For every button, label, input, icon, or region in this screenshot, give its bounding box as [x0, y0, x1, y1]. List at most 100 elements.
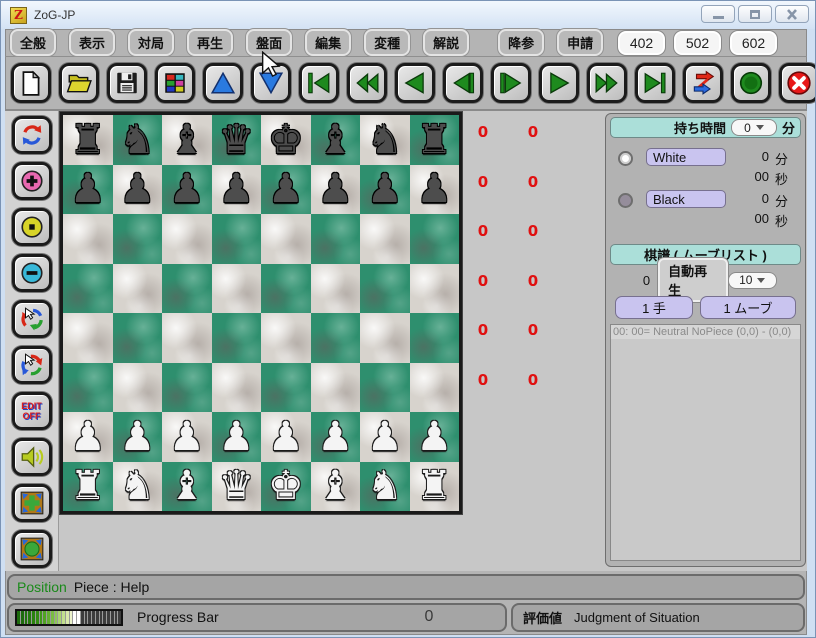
board-square[interactable]: [63, 214, 113, 264]
board-square[interactable]: [63, 362, 113, 412]
chess-piece[interactable]: ♟: [169, 414, 205, 460]
move-list-entry[interactable]: 00: 00= Neutral NoPiece (0,0) - (0,0): [611, 325, 800, 339]
chess-piece[interactable]: ♝: [317, 117, 353, 163]
one-te-button[interactable]: 1 手: [615, 296, 693, 319]
rotate-multicolor-1-button[interactable]: [11, 300, 52, 338]
chess-piece[interactable]: ♟: [70, 414, 106, 460]
board-square[interactable]: [211, 362, 261, 412]
chess-piece[interactable]: ♜: [70, 463, 106, 509]
board-square[interactable]: ♜: [63, 115, 113, 165]
chess-piece[interactable]: ♜: [416, 463, 452, 509]
menu-replay[interactable]: 再生: [187, 29, 234, 56]
board-square[interactable]: ♞: [360, 115, 410, 165]
board-square[interactable]: [211, 263, 261, 313]
black-player-name-field[interactable]: Black: [646, 190, 726, 208]
chess-piece[interactable]: ♜: [70, 117, 106, 163]
board-square[interactable]: [63, 313, 113, 363]
menu-general[interactable]: 全般: [10, 29, 57, 56]
menu-commentary[interactable]: 解説: [423, 29, 470, 56]
board-square[interactable]: ♝: [310, 461, 360, 511]
board-square[interactable]: [360, 313, 410, 363]
chess-piece[interactable]: ♟: [416, 166, 452, 212]
board-square[interactable]: ♞: [112, 115, 162, 165]
board-square[interactable]: [261, 313, 311, 363]
go-to-end-button[interactable]: [635, 63, 675, 103]
board-square[interactable]: ♟: [261, 164, 311, 214]
board-square[interactable]: ♚: [261, 461, 311, 511]
go-to-start-button[interactable]: [299, 63, 339, 103]
board-square[interactable]: [310, 263, 360, 313]
time-dropdown[interactable]: 0: [730, 119, 777, 136]
board-square[interactable]: ♟: [360, 412, 410, 462]
board-square[interactable]: ♟: [409, 412, 459, 462]
chess-piece[interactable]: ♚: [268, 117, 304, 163]
rotate-multicolor-2-button[interactable]: [11, 346, 52, 384]
board-square[interactable]: [409, 313, 459, 363]
menu-request[interactable]: 申請: [557, 29, 604, 56]
one-move-button[interactable]: 1 ムーブ: [700, 296, 796, 319]
board-square[interactable]: ♟: [63, 164, 113, 214]
board-square[interactable]: ♟: [162, 164, 212, 214]
dot-circle-button[interactable]: [11, 208, 52, 246]
menu-view[interactable]: 表示: [69, 29, 116, 56]
chess-piece[interactable]: ♞: [119, 117, 155, 163]
white-player-name-field[interactable]: White: [646, 148, 726, 166]
board-square[interactable]: ♝: [162, 115, 212, 165]
board-square[interactable]: [261, 362, 311, 412]
chess-piece[interactable]: ♟: [416, 414, 452, 460]
board-square[interactable]: ♞: [112, 461, 162, 511]
close-button[interactable]: [775, 5, 809, 23]
chess-piece[interactable]: ♞: [119, 463, 155, 509]
resize-cross-button[interactable]: [11, 484, 52, 522]
step-forward-button[interactable]: [491, 63, 531, 103]
board-square[interactable]: ♟: [310, 164, 360, 214]
board-square[interactable]: ♜: [63, 461, 113, 511]
board-square[interactable]: [211, 214, 261, 264]
board-square[interactable]: ♚: [261, 115, 311, 165]
chess-piece[interactable]: ♛: [218, 463, 254, 509]
chess-piece[interactable]: ♟: [367, 414, 403, 460]
sound-button[interactable]: [11, 438, 52, 476]
chess-piece[interactable]: ♟: [119, 166, 155, 212]
board-square[interactable]: [162, 362, 212, 412]
board-square[interactable]: [261, 263, 311, 313]
board-square[interactable]: ♟: [211, 412, 261, 462]
board-square[interactable]: [360, 362, 410, 412]
board-square[interactable]: ♟: [360, 164, 410, 214]
save-button[interactable]: [107, 63, 147, 103]
board-square[interactable]: ♞: [360, 461, 410, 511]
chess-piece[interactable]: ♝: [169, 463, 205, 509]
menu-resign[interactable]: 降参: [498, 29, 545, 56]
board-square[interactable]: [310, 313, 360, 363]
board-square[interactable]: ♛: [211, 461, 261, 511]
swap-sides-button[interactable]: [683, 63, 723, 103]
board-square[interactable]: ♟: [310, 412, 360, 462]
board-square[interactable]: ♟: [261, 412, 311, 462]
board-square[interactable]: ♜: [409, 461, 459, 511]
board-square[interactable]: ♝: [162, 461, 212, 511]
board-square[interactable]: [162, 313, 212, 363]
chess-piece[interactable]: ♟: [317, 166, 353, 212]
chess-piece[interactable]: ♟: [218, 166, 254, 212]
white-player-radio[interactable]: [618, 151, 633, 166]
chess-piece[interactable]: ♟: [268, 414, 304, 460]
edit-off-button[interactable]: EDIT OFF: [11, 392, 52, 430]
board-square[interactable]: [360, 214, 410, 264]
chess-piece[interactable]: ♜: [416, 117, 452, 163]
chess-piece[interactable]: ♛: [218, 117, 254, 163]
board-square[interactable]: [162, 263, 212, 313]
board-square[interactable]: [409, 362, 459, 412]
board-square[interactable]: [310, 214, 360, 264]
play-forward-button[interactable]: [539, 63, 579, 103]
new-document-button[interactable]: [11, 63, 51, 103]
chess-piece[interactable]: ♟: [367, 166, 403, 212]
replay-speed-dropdown[interactable]: 10: [727, 271, 777, 289]
plus-circle-button[interactable]: [11, 162, 52, 200]
black-player-radio[interactable]: [618, 193, 633, 208]
board-square[interactable]: ♟: [112, 412, 162, 462]
chess-piece[interactable]: ♚: [268, 463, 304, 509]
minus-circle-button[interactable]: [11, 254, 52, 292]
green-circle-button[interactable]: [731, 63, 771, 103]
board-square[interactable]: [112, 263, 162, 313]
maximize-button[interactable]: [738, 5, 772, 23]
